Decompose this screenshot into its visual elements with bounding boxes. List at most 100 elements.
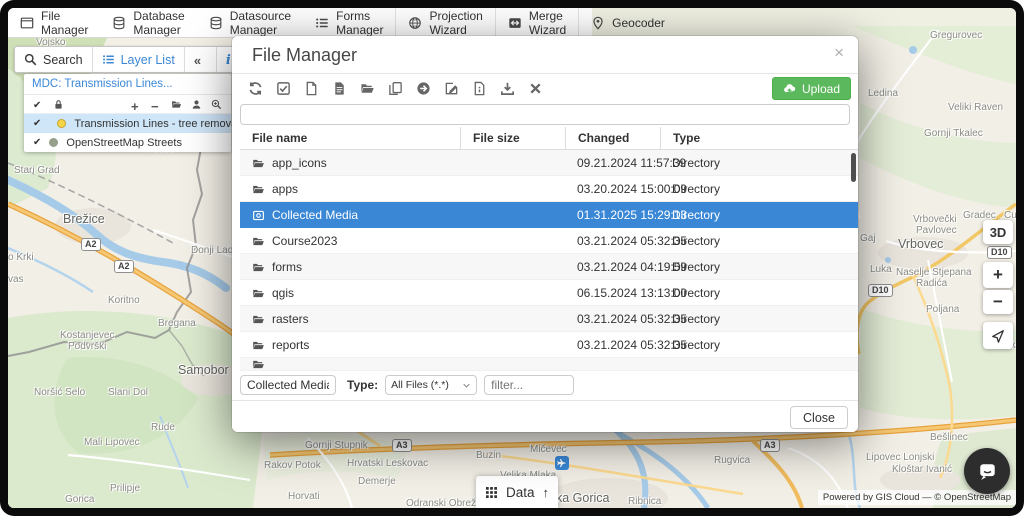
- collapse-button[interactable]: «: [185, 47, 217, 72]
- data-panel-label: Data: [506, 484, 535, 500]
- user-icon[interactable]: [191, 99, 202, 110]
- check-icon[interactable]: ✔: [33, 99, 44, 111]
- toolbar-item-label: Projection Wizard: [429, 8, 483, 37]
- file-manager-toolbar: [248, 81, 543, 96]
- table-scrollbar[interactable]: [851, 153, 856, 182]
- locate-button[interactable]: [983, 322, 1013, 349]
- media-folder-icon: [252, 209, 265, 222]
- file-row[interactable]: [240, 358, 858, 371]
- toolbar-item-geocoder[interactable]: Geocoder: [578, 8, 677, 37]
- check-icon[interactable]: ✔: [33, 137, 41, 148]
- toolbar-item-database-manager[interactable]: Database Manager: [100, 8, 196, 37]
- file-type-select[interactable]: All Files (*.*): [385, 375, 478, 395]
- layer-list-panel: MDC: Transmission Lines... ✔ + − ✔ Transmis…: [24, 74, 240, 152]
- dialog-title: File Manager: [252, 45, 358, 65]
- copy-icon[interactable]: [388, 81, 403, 96]
- file-name: Course2023: [272, 234, 338, 248]
- check-square-icon[interactable]: [276, 81, 291, 96]
- upload-button[interactable]: Upload: [771, 77, 851, 100]
- file-text-icon[interactable]: [332, 81, 347, 96]
- close-icon[interactable]: ×: [834, 43, 844, 63]
- toolbar-item-datasource-manager[interactable]: Datasource Manager: [197, 8, 303, 37]
- toolbar-item-forms-manager[interactable]: Forms Manager: [303, 8, 395, 37]
- file-row[interactable]: Course2023 03.21.2024 05:32:35 Directory: [240, 228, 858, 254]
- file-info-icon[interactable]: [472, 81, 487, 96]
- file-name: qgis: [272, 286, 295, 300]
- file-size: [460, 254, 565, 280]
- file-type: Directory: [672, 156, 721, 170]
- close-button[interactable]: Close: [790, 406, 848, 429]
- new-file-icon[interactable]: [304, 81, 319, 96]
- delete-icon[interactable]: [528, 81, 543, 96]
- file-type: Directory: [672, 208, 721, 222]
- file-table-header[interactable]: File name File size Changed Type: [240, 127, 858, 150]
- file-row[interactable]: qgis 06.15.2024 13:13:00 Directory: [240, 280, 858, 306]
- zoom-area-icon[interactable]: [211, 99, 222, 110]
- pin-icon: [591, 16, 605, 30]
- type-label: Type:: [347, 378, 379, 392]
- layer-rows: ✔ Transmission Lines - tree removal ✔ OpenS…: [24, 114, 240, 152]
- file-manager-footer-controls: Type: All Files (*.*): [240, 375, 575, 395]
- list-icon: [315, 16, 329, 30]
- toolbar-item-merge-wizard[interactable]: Merge Wizard: [494, 8, 578, 37]
- filter-input[interactable]: [484, 375, 575, 395]
- check-icon[interactable]: ✔: [33, 118, 41, 129]
- file-type: Directory: [672, 234, 721, 248]
- refresh-icon[interactable]: [248, 81, 263, 96]
- folder-icon: [252, 313, 265, 326]
- layer-row[interactable]: ✔ OpenStreetMap Streets: [24, 133, 231, 152]
- zoom-out-button[interactable]: −: [983, 290, 1013, 314]
- file-row[interactable]: apps 03.20.2024 15:00:09 Directory: [240, 176, 858, 202]
- toolbar-item-label: Datasource Manager: [229, 8, 292, 37]
- rename-icon[interactable]: [444, 81, 459, 96]
- 3d-button[interactable]: 3D: [983, 220, 1013, 244]
- cloud-upload-icon: [783, 82, 796, 95]
- column-header-file-size[interactable]: File size: [460, 127, 565, 149]
- toolbar-item-file-manager[interactable]: File Manager: [8, 8, 100, 37]
- file-row[interactable]: Collected Media 01.31.2025 15:29:13 Direct…: [240, 202, 858, 228]
- search-icon: [24, 53, 37, 66]
- toolbar-item-label: Merge Wizard: [528, 8, 567, 37]
- file-row[interactable]: forms 03.21.2024 04:19:59 Directory: [240, 254, 858, 280]
- layer-label: OpenStreetMap Streets: [66, 136, 182, 149]
- toolbar-item-label: Forms Manager: [336, 8, 384, 37]
- file-size: [460, 280, 565, 306]
- file-changed: 03.21.2024 05:32:35: [577, 234, 688, 248]
- file-changed: 03.21.2024 04:19:59: [577, 260, 688, 274]
- column-header-type[interactable]: Type: [660, 127, 858, 149]
- toolbar-item-label: File Manager: [41, 8, 89, 37]
- filename-input[interactable]: [240, 375, 336, 395]
- file-row[interactable]: rasters 03.21.2024 05:32:35 Directory: [240, 306, 858, 332]
- file-row[interactable]: reports 03.21.2024 05:32:35 Directory: [240, 332, 858, 358]
- file-name: rasters: [272, 312, 309, 326]
- file-type: Directory: [672, 182, 721, 196]
- layer-row[interactable]: ✔ Transmission Lines - tree removal: [24, 114, 240, 133]
- app-toolbar: File Manager Database Manager Datasource M…: [8, 8, 665, 38]
- collapse-icon: «: [193, 53, 202, 68]
- column-header-changed[interactable]: Changed: [565, 127, 660, 149]
- move-icon[interactable]: [416, 81, 431, 96]
- file-row[interactable]: app_icons 09.21.2024 11:57:39 Directory: [240, 150, 858, 176]
- download-icon[interactable]: [500, 81, 515, 96]
- dialog-footer: Close: [232, 400, 858, 432]
- toolbar-item-projection-wizard[interactable]: Projection Wizard: [395, 8, 494, 37]
- zoom-in-button[interactable]: +: [983, 262, 1013, 288]
- new-folder-icon[interactable]: [360, 81, 375, 96]
- merge-icon: [508, 16, 522, 30]
- folder-icon[interactable]: [171, 99, 182, 110]
- plus-icon[interactable]: +: [131, 99, 142, 114]
- file-name: forms: [272, 260, 302, 274]
- data-panel-toggle[interactable]: Data ↑: [476, 476, 558, 508]
- column-header-file-name[interactable]: File name: [240, 127, 460, 149]
- file-size: [460, 358, 565, 370]
- folder-icon: [252, 261, 265, 274]
- layer-list-button[interactable]: Layer List: [93, 47, 185, 72]
- up-arrow-icon: ↑: [542, 484, 550, 500]
- globe-icon: [408, 16, 422, 30]
- minus-icon[interactable]: −: [151, 99, 162, 114]
- lock-icon[interactable]: [53, 99, 64, 110]
- path-input[interactable]: [240, 104, 850, 125]
- chat-button[interactable]: [964, 448, 1010, 494]
- map-title-link[interactable]: MDC: Transmission Lines...: [24, 74, 231, 95]
- search-button[interactable]: Search: [15, 47, 93, 72]
